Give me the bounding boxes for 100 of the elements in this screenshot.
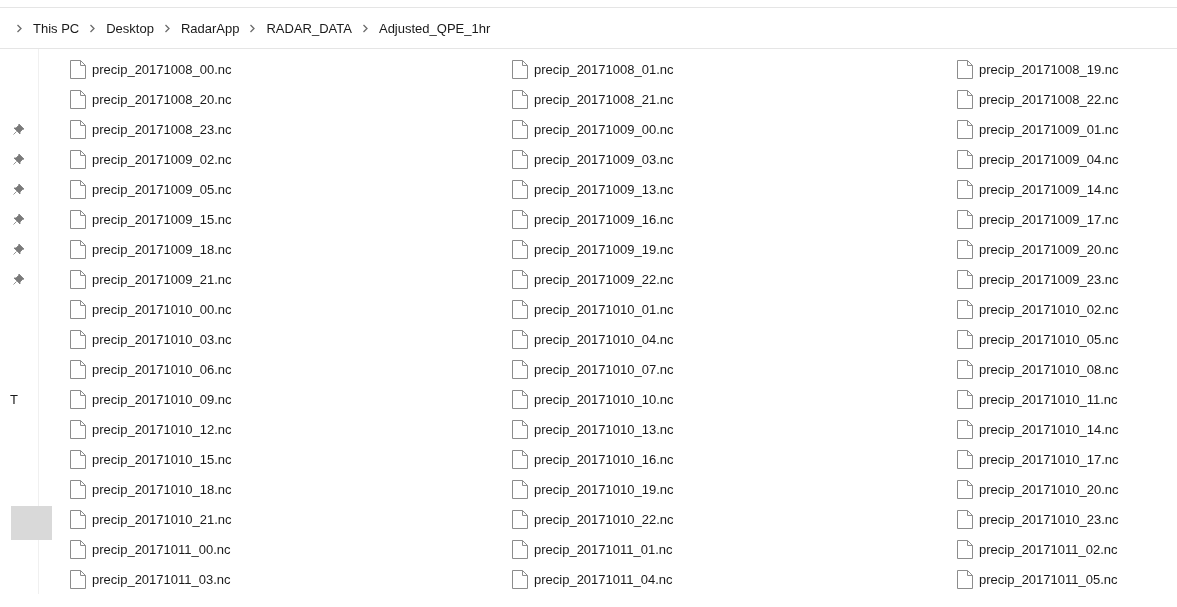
file-name[interactable]: precip_20171010_12.nc [92, 421, 232, 437]
file-name[interactable]: precip_20171011_03.nc [92, 571, 231, 587]
file-icon [70, 269, 86, 289]
breadcrumb-item[interactable]: Desktop [106, 20, 154, 36]
file-name[interactable]: precip_20171008_22.nc [979, 91, 1119, 107]
file-icon [70, 359, 86, 379]
file-name[interactable]: precip_20171009_20.nc [979, 241, 1119, 257]
file-icon [957, 419, 973, 439]
file-name[interactable]: precip_20171011_04.nc [534, 571, 673, 587]
file-icon [957, 299, 973, 319]
pin-icon[interactable] [13, 213, 25, 225]
chevron-icon[interactable] [89, 23, 97, 33]
breadcrumb-item[interactable]: RADAR_DATA [266, 20, 352, 36]
file-icon [70, 239, 86, 259]
file-name[interactable]: precip_20171010_04.nc [534, 331, 674, 347]
file-name[interactable]: precip_20171009_16.nc [534, 211, 674, 227]
file-name[interactable]: precip_20171009_22.nc [534, 271, 674, 287]
file-name[interactable]: precip_20171009_21.nc [92, 271, 232, 287]
file-name[interactable]: precip_20171008_21.nc [534, 91, 674, 107]
file-icon [957, 269, 973, 289]
file-name[interactable]: precip_20171009_03.nc [534, 151, 674, 167]
file-icon [957, 179, 973, 199]
file-name[interactable]: precip_20171009_02.nc [92, 151, 232, 167]
file-icon [70, 329, 86, 349]
file-name[interactable]: precip_20171010_16.nc [534, 451, 674, 467]
file-icon [512, 389, 528, 409]
file-name[interactable]: precip_20171010_09.nc [92, 391, 232, 407]
pin-icon[interactable] [13, 183, 25, 195]
file-icon [512, 329, 528, 349]
file-icon [957, 539, 973, 559]
file-icon [512, 539, 528, 559]
file-icon [957, 209, 973, 229]
file-name[interactable]: precip_20171010_18.nc [92, 481, 232, 497]
file-name[interactable]: precip_20171009_05.nc [92, 181, 232, 197]
chevron-icon[interactable] [361, 23, 369, 33]
file-name[interactable]: precip_20171011_05.nc [979, 571, 1118, 587]
breadcrumb-item[interactable]: This PC [33, 20, 80, 36]
file-name[interactable]: precip_20171009_15.nc [92, 211, 232, 227]
breadcrumb-item[interactable]: RadarApp [180, 20, 240, 36]
file-icon [70, 59, 86, 79]
file-icon [957, 329, 973, 349]
file-icon [70, 509, 86, 529]
file-name[interactable]: precip_20171010_14.nc [979, 421, 1119, 437]
chevron-icon[interactable] [163, 23, 171, 33]
file-name[interactable]: precip_20171010_17.nc [979, 451, 1119, 467]
file-name[interactable]: precip_20171008_23.nc [92, 121, 232, 137]
file-name[interactable]: precip_20171009_13.nc [534, 181, 674, 197]
file-name[interactable]: precip_20171009_04.nc [979, 151, 1119, 167]
file-name[interactable]: precip_20171009_00.nc [534, 121, 674, 137]
file-name[interactable]: precip_20171010_13.nc [534, 421, 674, 437]
file-name[interactable]: precip_20171010_19.nc [534, 481, 674, 497]
pin-icon[interactable] [13, 123, 25, 135]
file-name[interactable]: precip_20171010_01.nc [534, 301, 674, 317]
file-name[interactable]: precip_20171010_00.nc [92, 301, 232, 317]
file-icon [70, 389, 86, 409]
file-name[interactable]: precip_20171011_01.nc [534, 541, 673, 557]
file-name[interactable]: precip_20171010_08.nc [979, 361, 1119, 377]
file-name[interactable]: precip_20171008_00.nc [92, 61, 232, 77]
pin-icon[interactable] [13, 273, 25, 285]
file-icon [70, 539, 86, 559]
file-name[interactable]: precip_20171010_06.nc [92, 361, 232, 377]
chevron-icon[interactable] [16, 23, 23, 33]
pin-icon[interactable] [13, 153, 25, 165]
file-name[interactable]: precip_20171010_02.nc [979, 301, 1119, 317]
file-icon [512, 509, 528, 529]
file-icon [957, 359, 973, 379]
chevron-icon[interactable] [249, 23, 257, 33]
file-name[interactable]: precip_20171009_19.nc [534, 241, 674, 257]
file-icon [957, 479, 973, 499]
file-name[interactable]: precip_20171009_17.nc [979, 211, 1119, 227]
file-name[interactable]: precip_20171009_23.nc [979, 271, 1119, 287]
file-icon [957, 149, 973, 169]
file-name[interactable]: precip_20171009_14.nc [979, 181, 1119, 197]
file-name[interactable]: precip_20171010_21.nc [92, 511, 232, 527]
file-icon [70, 449, 86, 469]
file-icon [957, 119, 973, 139]
file-name[interactable]: precip_20171010_11.nc [979, 391, 1118, 407]
file-icon [957, 569, 973, 589]
file-name[interactable]: precip_20171009_01.nc [979, 121, 1119, 137]
file-name[interactable]: precip_20171010_10.nc [534, 391, 674, 407]
file-name[interactable]: precip_20171010_05.nc [979, 331, 1119, 347]
file-name[interactable]: precip_20171008_19.nc [979, 61, 1119, 77]
file-icon [512, 569, 528, 589]
breadcrumb-item[interactable]: Adjusted_QPE_1hr [378, 20, 491, 36]
file-name[interactable]: precip_20171011_00.nc [92, 541, 231, 557]
file-name[interactable]: precip_20171009_18.nc [92, 241, 232, 257]
nav-item-label[interactable]: T [10, 391, 18, 407]
file-name[interactable]: precip_20171010_20.nc [979, 481, 1119, 497]
file-name[interactable]: precip_20171008_20.nc [92, 91, 232, 107]
file-icon [512, 449, 528, 469]
file-name[interactable]: precip_20171008_01.nc [534, 61, 674, 77]
file-name[interactable]: precip_20171011_02.nc [979, 541, 1118, 557]
file-name[interactable]: precip_20171010_22.nc [534, 511, 674, 527]
file-name[interactable]: precip_20171010_03.nc [92, 331, 232, 347]
file-name[interactable]: precip_20171010_23.nc [979, 511, 1119, 527]
pin-icon[interactable] [13, 243, 25, 255]
file-name[interactable]: precip_20171010_15.nc [92, 451, 232, 467]
file-icon [957, 89, 973, 109]
file-name[interactable]: precip_20171010_07.nc [534, 361, 674, 377]
file-icon [70, 149, 86, 169]
